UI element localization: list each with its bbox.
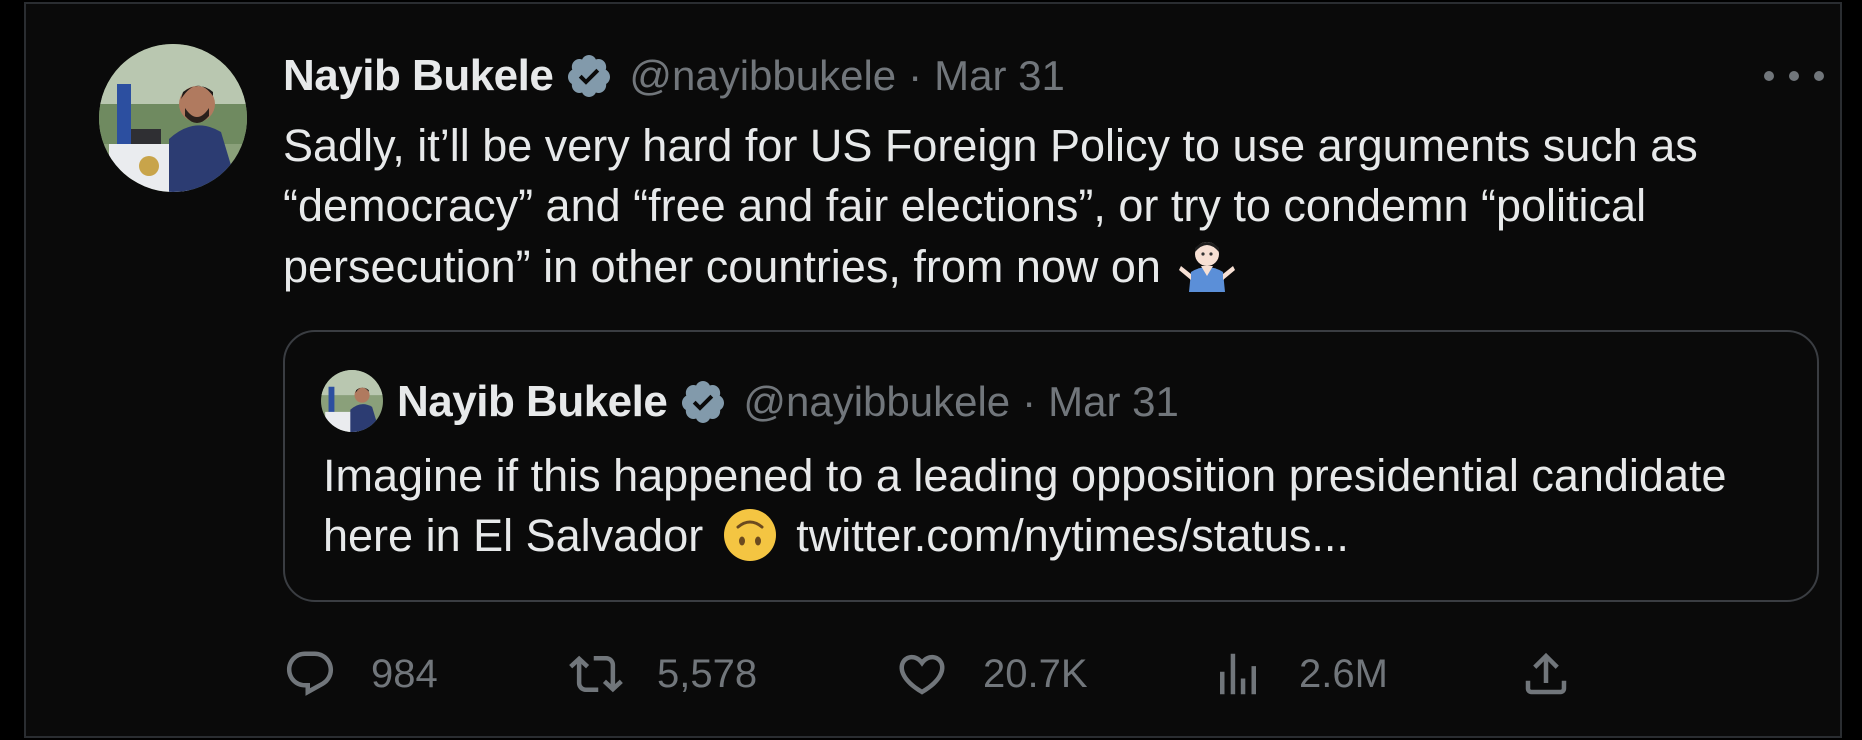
separator-dot: · xyxy=(908,52,923,99)
reply-count: 984 xyxy=(371,651,438,696)
tweet-text: Sadly, it’ll be very hard for US Foreign… xyxy=(283,116,1783,297)
quoted-author-name[interactable]: Nayib Bukele xyxy=(397,377,668,427)
tweet-card[interactable]: Nayib Bukele @nayibbukele · Mar 31 Sadly… xyxy=(24,2,1842,738)
views-count: 2.6M xyxy=(1299,651,1388,696)
heart-icon xyxy=(899,654,945,695)
author-name[interactable]: Nayib Bukele xyxy=(283,51,554,101)
more-options-icon[interactable] xyxy=(1764,64,1824,88)
like-count: 20.7K xyxy=(983,651,1088,696)
verified-badge-icon xyxy=(565,52,613,100)
views-button[interactable]: 2.6M xyxy=(1211,634,1388,714)
page-background: Nayib Bukele @nayibbukele · Mar 31 Sadly… xyxy=(0,0,1862,740)
views-chart-icon xyxy=(1220,653,1256,695)
quoted-link[interactable]: twitter.com/nytimes/status... xyxy=(784,510,1349,561)
man-shrugging-emoji-icon xyxy=(1179,236,1236,292)
retweet-icon xyxy=(569,655,623,693)
tweet-text-content: Sadly, it’ll be very hard for US Foreign… xyxy=(283,120,1698,292)
tweet-date[interactable]: Mar 31 xyxy=(934,52,1065,100)
upside-down-face-emoji-icon xyxy=(722,507,778,563)
author-handle[interactable]: @nayibbukele xyxy=(629,52,896,100)
share-button[interactable] xyxy=(1519,634,1607,714)
reply-icon xyxy=(286,651,334,696)
retweet-button[interactable]: 5,578 xyxy=(569,634,757,714)
reply-button[interactable]: 984 xyxy=(283,634,438,714)
quoted-author-handle[interactable]: @nayibbukele xyxy=(743,378,1010,426)
avatar[interactable] xyxy=(99,44,247,192)
quoted-tweet-text: Imagine if this happened to a leading op… xyxy=(323,446,1773,566)
quoted-avatar[interactable] xyxy=(321,370,383,432)
tweet-header: Nayib Bukele @nayibbukele · Mar 31 xyxy=(283,48,1065,104)
quoted-tweet-date[interactable]: Mar 31 xyxy=(1048,378,1179,426)
retweet-count: 5,578 xyxy=(657,651,758,696)
quoted-header: Nayib Bukele @nayibbukele · Mar 31 xyxy=(397,372,1179,432)
like-button[interactable]: 20.7K xyxy=(895,634,1088,714)
verified-badge-icon xyxy=(679,378,727,426)
separator-dot: · xyxy=(1022,378,1037,425)
action-bar: 984 5,578 20.7K 2.6M xyxy=(283,634,1583,714)
share-icon xyxy=(1525,652,1567,695)
quoted-tweet[interactable]: Nayib Bukele @nayibbukele · Mar 31 Imagi… xyxy=(283,330,1819,602)
